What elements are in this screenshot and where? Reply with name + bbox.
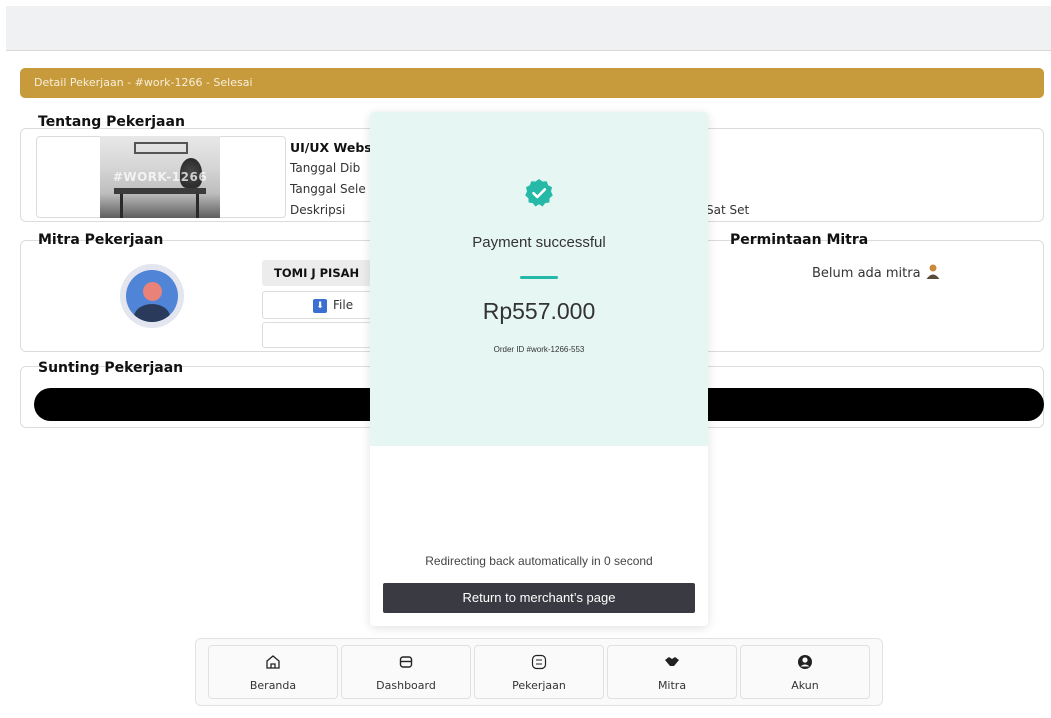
permintaan-title: Permintaan Mitra: [730, 232, 869, 248]
payment-order-id: Order ID #work-1266-553: [493, 345, 585, 354]
permintaan-empty-text: Belum ada mitra: [812, 266, 921, 281]
tanggal-dibuat-label: Tanggal Dib: [290, 161, 361, 175]
mitra-empty-field: [262, 322, 372, 348]
tentang-title: Tentang Pekerjaan: [38, 114, 185, 130]
return-to-merchant-button[interactable]: Return to merchant’s page: [383, 583, 695, 613]
top-bar: [6, 6, 1051, 51]
nav-beranda[interactable]: Beranda: [208, 645, 338, 699]
detail-banner: Detail Pekerjaan - #work-1266 - Selesai: [20, 68, 1044, 98]
payment-status-title: Payment successful: [472, 234, 606, 251]
nav-akun[interactable]: Akun: [740, 645, 870, 699]
mitra-title: Mitra Pekerjaan: [38, 232, 164, 248]
permintaan-empty: Belum ada mitra: [812, 263, 941, 281]
nav-mitra-label: Mitra: [657, 679, 687, 692]
work-icon: [475, 654, 603, 674]
nav-mitra[interactable]: Mitra: [607, 645, 737, 699]
deskripsi-value: Sat Set: [706, 203, 750, 217]
sunting-title: Sunting Pekerjaan: [38, 360, 184, 376]
person-icon: [926, 264, 940, 279]
redirect-text: Redirecting back automatically in 0 seco…: [425, 554, 653, 568]
nav-dashboard-label: Dashboard: [376, 679, 436, 692]
dashboard-icon: [342, 654, 470, 674]
payment-modal-header: Payment successful Rp557.000 Order ID #w…: [370, 112, 708, 446]
page: Detail Pekerjaan - #work-1266 - Selesai …: [0, 0, 1051, 718]
nav-dashboard[interactable]: Dashboard: [341, 645, 471, 699]
job-title: UI/UX Webs: [290, 140, 372, 155]
thumbnail-label: #WORK-1266: [112, 170, 208, 184]
file-button[interactable]: ⬇ File: [262, 291, 372, 319]
nav-pekerjaan[interactable]: Pekerjaan: [474, 645, 604, 699]
deskripsi-label: Deskripsi: [290, 203, 346, 217]
user-circle-icon: [741, 654, 869, 674]
payment-divider: [520, 276, 558, 279]
detail-title: Detail Pekerjaan - #work-1266 - Selesai: [34, 76, 253, 89]
nav-pekerjaan-label: Pekerjaan: [512, 679, 566, 692]
file-icon: ⬇: [313, 299, 327, 313]
nav-akun-label: Akun: [791, 679, 819, 692]
mitra-avatar: [120, 264, 184, 328]
file-label: File: [333, 298, 354, 312]
mitra-name: TOMI J PISAH: [262, 260, 372, 286]
tanggal-selesai-label: Tanggal Sele: [290, 182, 366, 196]
job-thumbnail: #WORK-1266: [100, 136, 220, 218]
home-icon: [209, 654, 337, 674]
payment-amount: Rp557.000: [482, 298, 596, 324]
handshake-icon: [608, 654, 736, 674]
nav-beranda-label: Beranda: [249, 679, 297, 692]
check-badge-icon: [525, 179, 553, 207]
payment-modal: Payment successful Rp557.000 Order ID #w…: [370, 112, 708, 626]
